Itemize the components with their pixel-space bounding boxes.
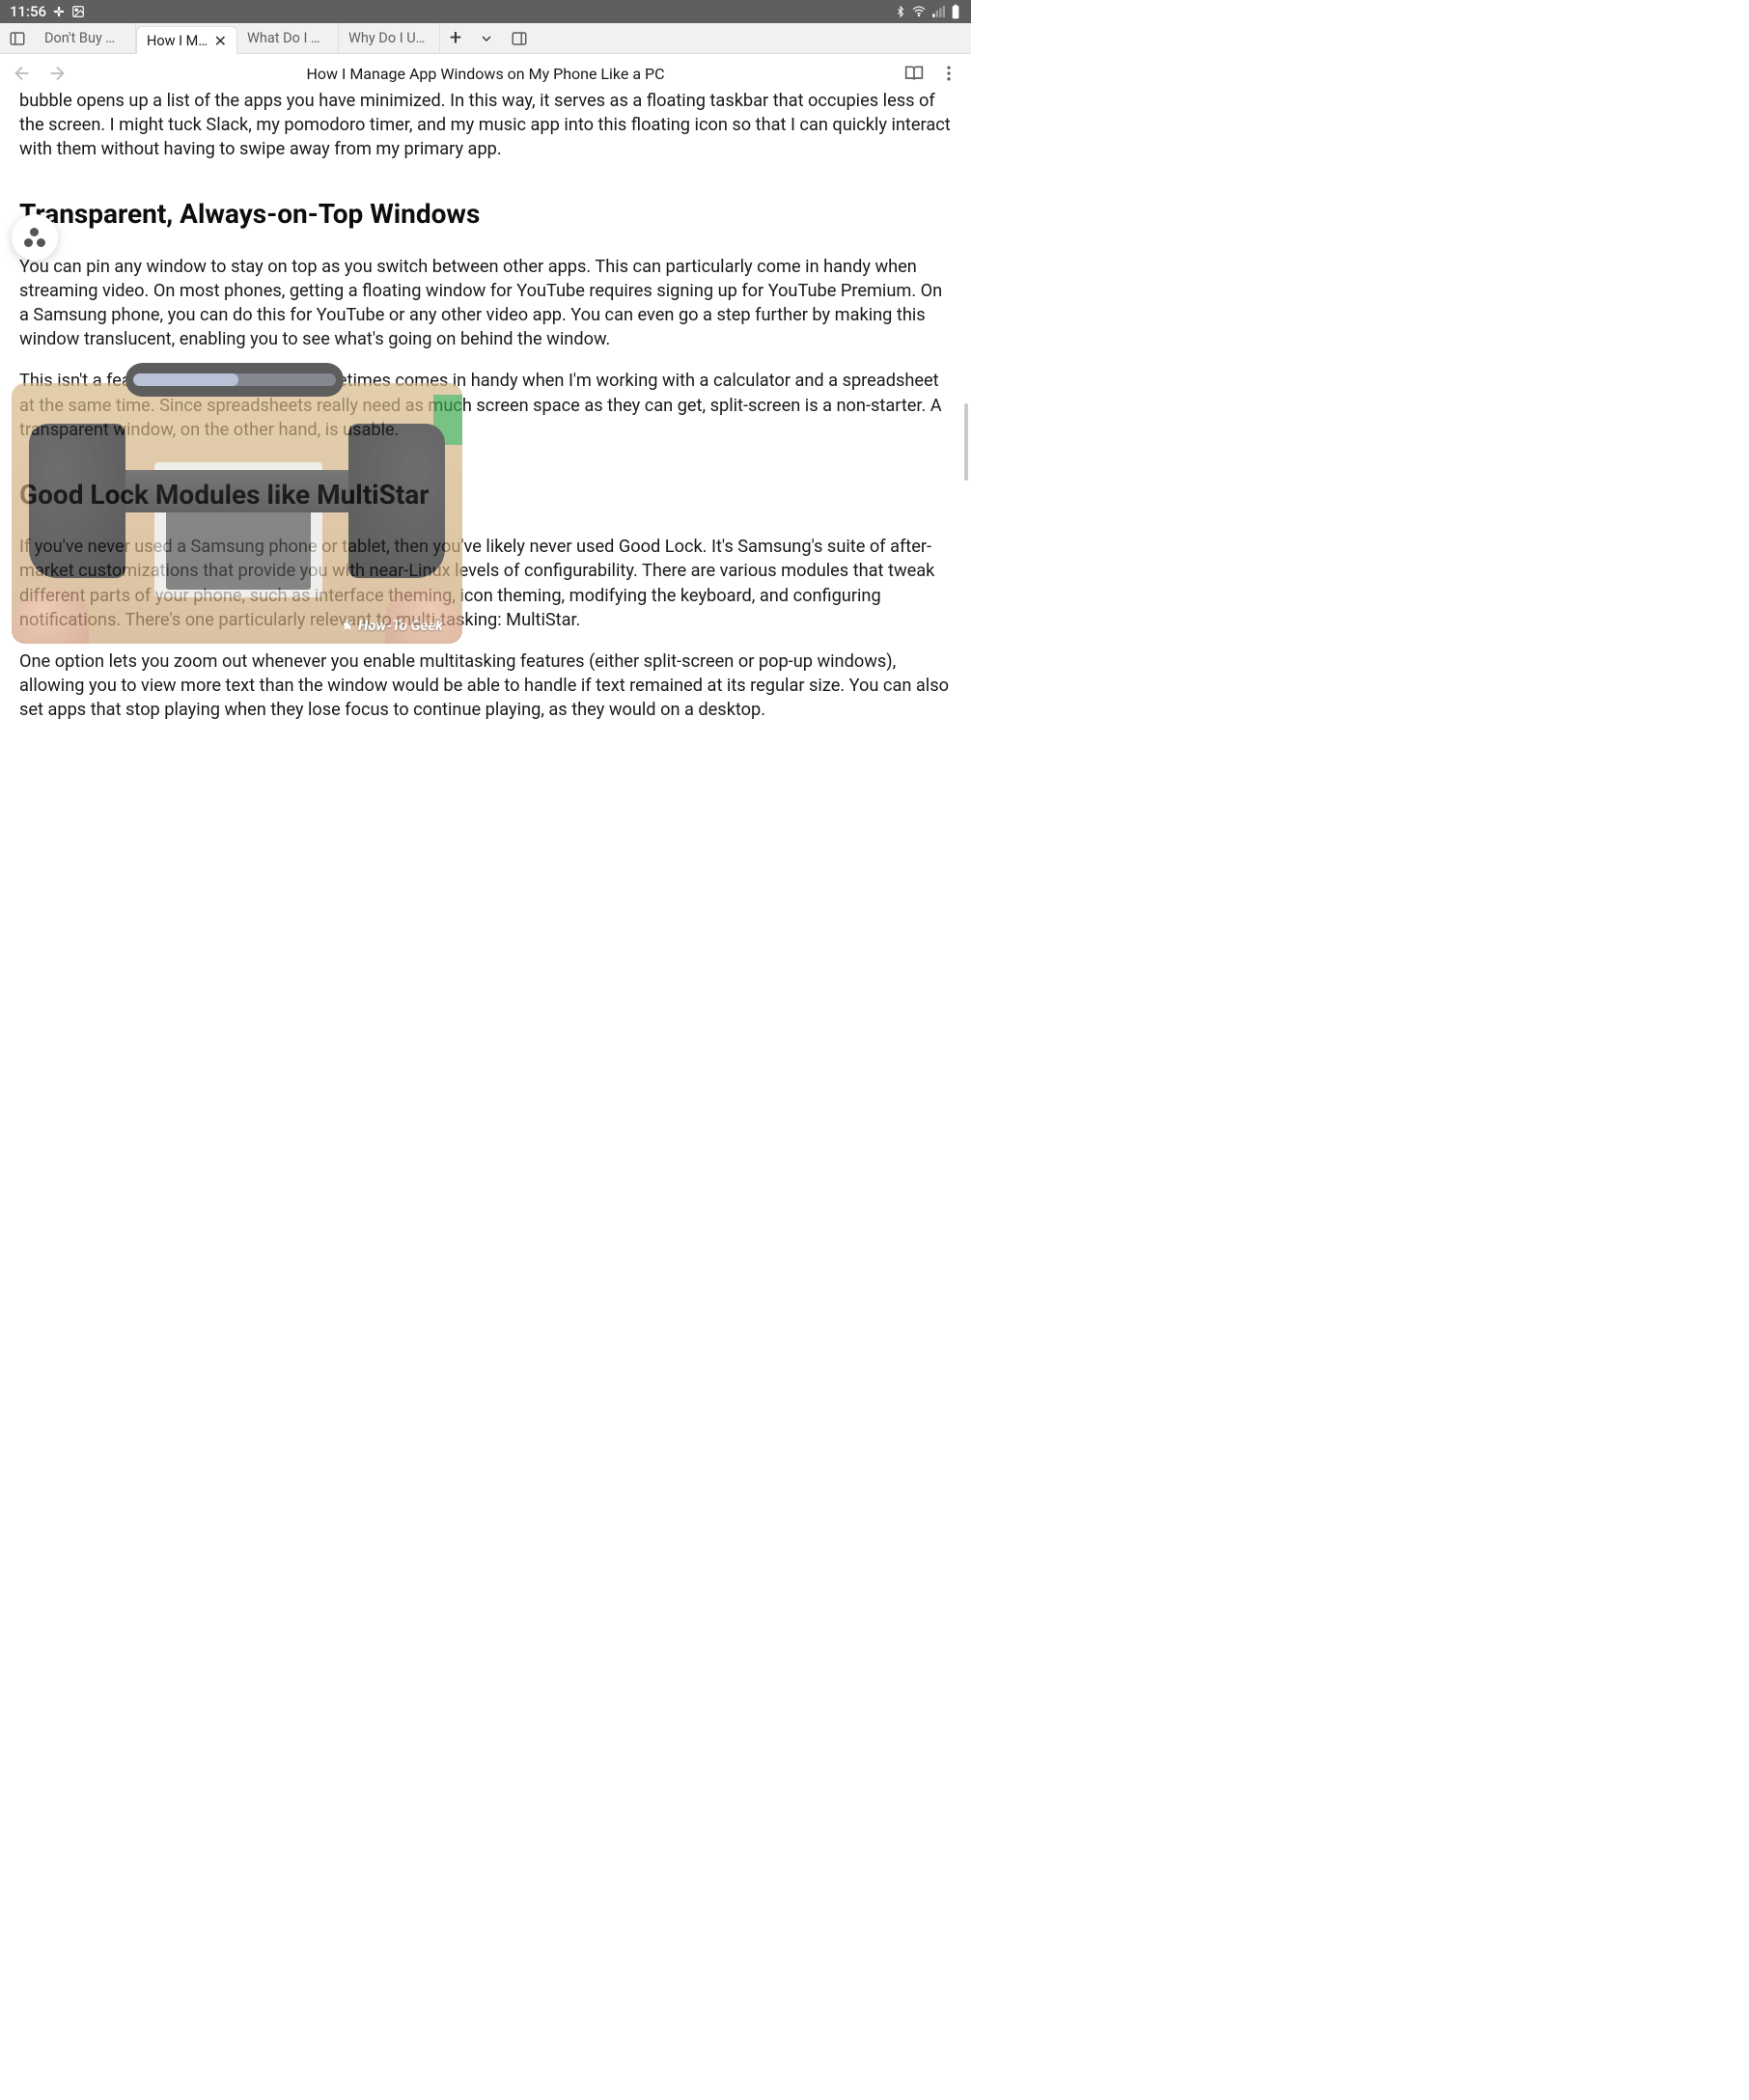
video-watermark: How-To Geek: [341, 617, 443, 634]
tab-label: Why Do I Use Linu...: [348, 30, 430, 46]
paragraph: You can pin any window to stay on top as…: [19, 255, 952, 351]
bluetooth-icon: [895, 5, 906, 18]
vertical-scrollbar[interactable]: [964, 403, 968, 481]
slack-icon: [52, 5, 66, 18]
new-tab-button[interactable]: +: [440, 23, 471, 53]
tab-bar: Don't Buy More C... How I Manage... ✕ Wh…: [0, 23, 971, 54]
reader-mode-icon[interactable]: [900, 59, 929, 88]
bubble-dots-icon: [24, 228, 45, 247]
floating-apps-bubble[interactable]: [12, 214, 58, 261]
panel-left-button[interactable]: [0, 23, 35, 53]
tab-dont-buy[interactable]: Don't Buy More C...: [35, 23, 136, 53]
nav-row: How I Manage App Windows on My Phone Lik…: [0, 54, 971, 93]
more-menu-icon[interactable]: [934, 59, 963, 88]
floating-video-window[interactable]: How-To Geek: [12, 383, 462, 644]
battery-icon: [950, 4, 961, 19]
signal-icon: [931, 5, 945, 18]
tabs-dropdown-button[interactable]: [471, 23, 502, 53]
tab-label: How I Manage...: [147, 33, 208, 49]
paragraph: bubble opens up a list of the apps you h…: [19, 89, 952, 161]
status-time: 11:56: [10, 3, 46, 20]
tab-what-do-i-refuse[interactable]: What Do I Refuse t...: [237, 23, 339, 53]
paragraph: One option lets you zoom out whenever yo…: [19, 649, 952, 722]
tab-label: What Do I Refuse t...: [247, 30, 328, 46]
forward-button[interactable]: [42, 59, 71, 88]
heading-transparent: Transparent, Always-on-Top Windows: [19, 196, 952, 234]
wifi-icon: [911, 5, 927, 18]
slider-fill: [133, 373, 238, 386]
page-title: How I Manage App Windows on My Phone Lik…: [77, 65, 894, 83]
transparency-slider-pill[interactable]: [125, 363, 344, 397]
image-icon: [71, 5, 85, 18]
slider-track[interactable]: [133, 373, 336, 386]
close-icon[interactable]: ✕: [214, 32, 227, 50]
tab-why-linux[interactable]: Why Do I Use Linu...: [339, 23, 440, 53]
back-button[interactable]: [8, 59, 37, 88]
tab-label: Don't Buy More C...: [44, 30, 125, 46]
tab-how-i-manage[interactable]: How I Manage... ✕: [136, 26, 237, 54]
status-bar: 11:56: [0, 0, 971, 23]
panel-right-button[interactable]: [502, 23, 537, 53]
